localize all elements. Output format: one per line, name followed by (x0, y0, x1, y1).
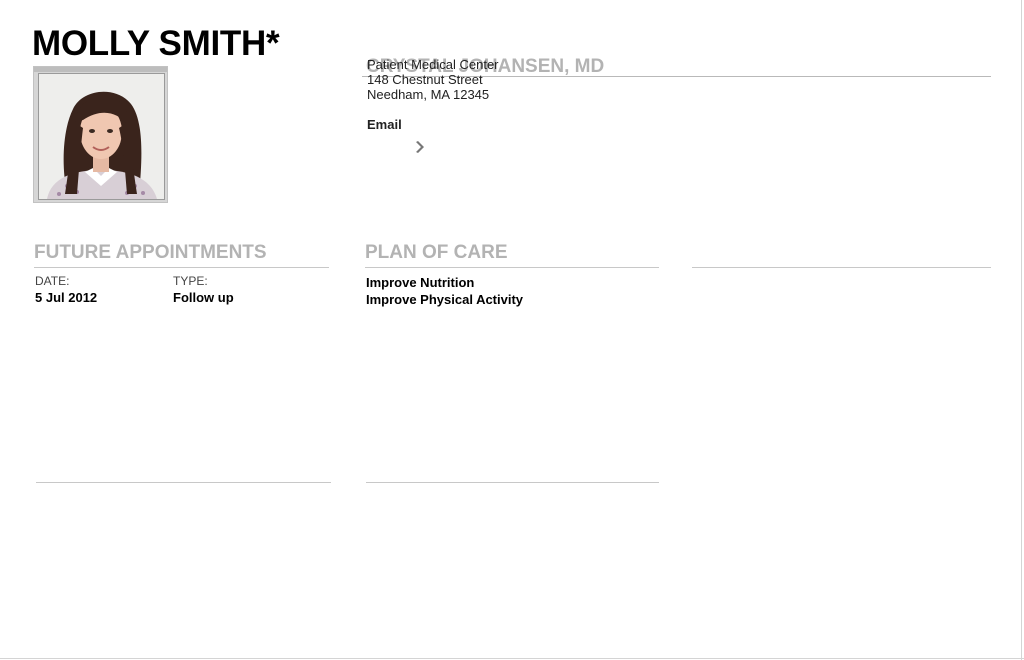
plan-divider-top (365, 267, 659, 268)
clinic-street: 148 Chestnut Street (367, 72, 483, 87)
window-edge-bottom (0, 658, 1024, 659)
photo-frame-cap (34, 67, 167, 72)
third-column-divider (692, 267, 991, 268)
chevron-right-icon[interactable] (413, 140, 427, 154)
plan-of-care-title: PLAN OF CARE (365, 242, 508, 263)
appointment-date: 5 Jul 2012 (35, 290, 98, 305)
patient-portrait-image (39, 74, 164, 199)
clinic-city: Needham, MA 12345 (367, 87, 490, 102)
appointments-date-header: DATE: (35, 274, 70, 288)
window-edge-right (1021, 0, 1022, 660)
patient-photo (38, 73, 165, 200)
future-appointments-title: FUTURE APPOINTMENTS (34, 242, 267, 263)
clinic-name: Patient Medical Center (367, 57, 499, 72)
plan-divider-bottom (366, 482, 659, 483)
plan-item[interactable]: Improve Physical Activity (366, 292, 523, 307)
patient-photo-frame[interactable] (33, 66, 168, 203)
appointments-divider-top (34, 267, 329, 268)
plan-item[interactable]: Improve Nutrition (366, 275, 474, 290)
appointments-type-header: TYPE: (173, 274, 208, 288)
email-label: Email (367, 117, 402, 132)
patient-name: MOLLY SMITH* (32, 24, 280, 63)
appointment-type: Follow up (173, 290, 234, 305)
appointments-divider-bottom (36, 482, 331, 483)
